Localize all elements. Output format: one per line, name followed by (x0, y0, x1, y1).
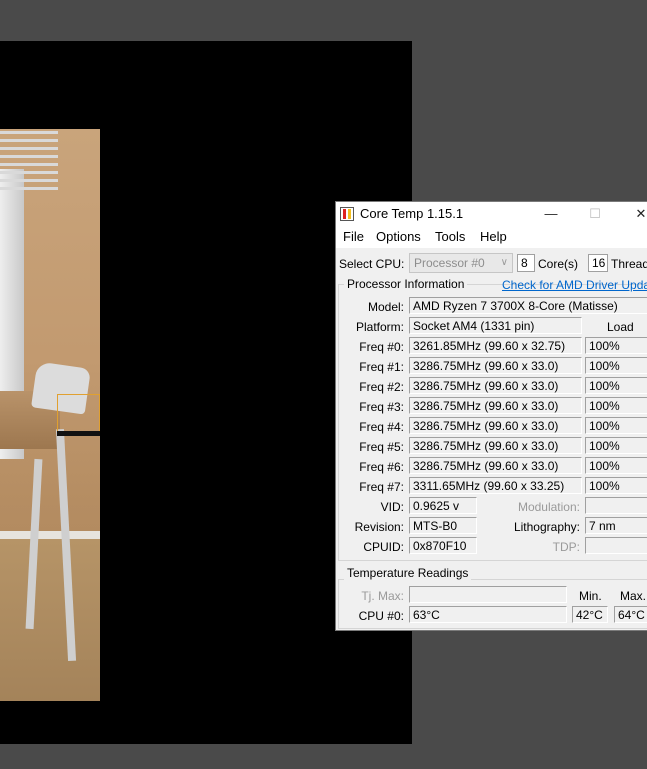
freq-value: 3286.75MHz (99.60 x 33.0) (409, 377, 582, 394)
selection-handle[interactable] (57, 431, 100, 436)
freq-value: 3286.75MHz (99.60 x 33.0) (409, 397, 582, 414)
cpuid-label: CPUID: (363, 540, 404, 554)
freq-label: Freq #7: (359, 480, 404, 494)
close-button[interactable]: ✕ (626, 204, 647, 224)
menu-options[interactable]: Options (376, 229, 421, 244)
freq-value: 3261.85MHz (99.60 x 32.75) (409, 337, 582, 354)
freq-value: 3286.75MHz (99.60 x 33.0) (409, 457, 582, 474)
platform-value: Socket AM4 (1331 pin) (409, 317, 582, 334)
window-blind (0, 171, 58, 174)
window-blind (0, 187, 58, 190)
window-blind (0, 139, 58, 142)
core-load: 100% (585, 457, 647, 474)
vid-label: VID: (380, 500, 404, 514)
tjmax-value (409, 586, 567, 603)
floor (0, 539, 100, 701)
modulation-value (585, 497, 647, 514)
freq-label: Freq #3: (359, 400, 404, 414)
freq-label: Freq #5: (359, 440, 404, 454)
freq-label: Freq #4: (359, 420, 404, 434)
core-load: 100% (585, 337, 647, 354)
core-load: 100% (585, 397, 647, 414)
title-bar[interactable]: Core Temp 1.15.1 — ☐ ✕ (336, 202, 647, 226)
platform-label: Platform: (355, 320, 404, 334)
model-label: Model: (367, 300, 404, 314)
freq-value: 3311.65MHz (99.60 x 33.25) (409, 477, 582, 494)
core-load: 100% (585, 417, 647, 434)
core-temp-window: Core Temp 1.15.1 — ☐ ✕ File Options Tool… (335, 201, 647, 631)
revision-value: MTS-B0 (409, 517, 477, 534)
tdp-label: TDP: (552, 540, 580, 554)
cpuid-value: 0x870F10 (409, 537, 477, 554)
selection-marquee[interactable] (57, 394, 100, 436)
window-blind (0, 155, 58, 158)
menu-tools[interactable]: Tools (435, 229, 465, 244)
min-header: Min. (579, 589, 602, 603)
thread-count: 16 (588, 254, 608, 272)
cores-label: Core(s) (538, 257, 579, 271)
freq-value: 3286.75MHz (99.60 x 33.0) (409, 437, 582, 454)
maximize-button[interactable]: ☐ (580, 204, 610, 224)
cpu-temp-value: 63°C (409, 606, 567, 623)
core-temp-app-icon (340, 207, 354, 221)
freq-label: Freq #6: (359, 460, 404, 474)
freq-value: 3286.75MHz (99.60 x 33.0) (409, 357, 582, 374)
load-header: Load (607, 320, 634, 334)
minimize-button[interactable]: — (536, 204, 566, 224)
amd-driver-update-link[interactable]: Check for AMD Driver Updates (502, 278, 647, 292)
window-blind (0, 147, 58, 150)
window-blind (0, 131, 58, 134)
cpu-temp-label: CPU #0: (358, 609, 404, 623)
select-cpu-label: Select CPU: (339, 257, 405, 271)
tjmax-label: Tj. Max: (361, 589, 404, 603)
freq-label: Freq #1: (359, 360, 404, 374)
min-temp-value: 42°C (572, 606, 608, 623)
model-value: AMD Ryzen 7 3700X 8-Core (Matisse) (409, 297, 647, 314)
window-blind (0, 163, 58, 166)
menu-help[interactable]: Help (480, 229, 507, 244)
core-load: 100% (585, 377, 647, 394)
freq-label: Freq #2: (359, 380, 404, 394)
core-load: 100% (585, 477, 647, 494)
threads-label: Thread( (611, 257, 647, 271)
menu-bar: File Options Tools Help (336, 226, 647, 248)
core-load: 100% (585, 357, 647, 374)
menu-file[interactable]: File (343, 229, 364, 244)
core-load: 100% (585, 437, 647, 454)
vid-value: 0.9625 v (409, 497, 477, 514)
lithography-value: 7 nm (585, 517, 647, 534)
cpu-select-value: Processor #0 (414, 256, 485, 270)
max-temp-value: 64°C (614, 606, 647, 623)
max-header: Max. (620, 589, 647, 603)
temperature-legend: Temperature Readings (344, 566, 472, 580)
freq-label: Freq #0: (359, 340, 404, 354)
freq-value: 3286.75MHz (99.60 x 33.0) (409, 417, 582, 434)
window-title: Core Temp 1.15.1 (360, 206, 464, 221)
modulation-label: Modulation: (517, 500, 580, 514)
chevron-down-icon: ∨ (500, 257, 508, 268)
lithography-label: Lithography: (513, 520, 580, 534)
revision-label: Revision: (354, 520, 404, 534)
tdp-value (585, 537, 647, 554)
window-blind (0, 179, 58, 182)
processor-info-legend: Processor Information (344, 277, 468, 291)
core-count: 8 (517, 254, 535, 272)
cpu-select-dropdown[interactable]: Processor #0 ∨ (409, 253, 513, 273)
